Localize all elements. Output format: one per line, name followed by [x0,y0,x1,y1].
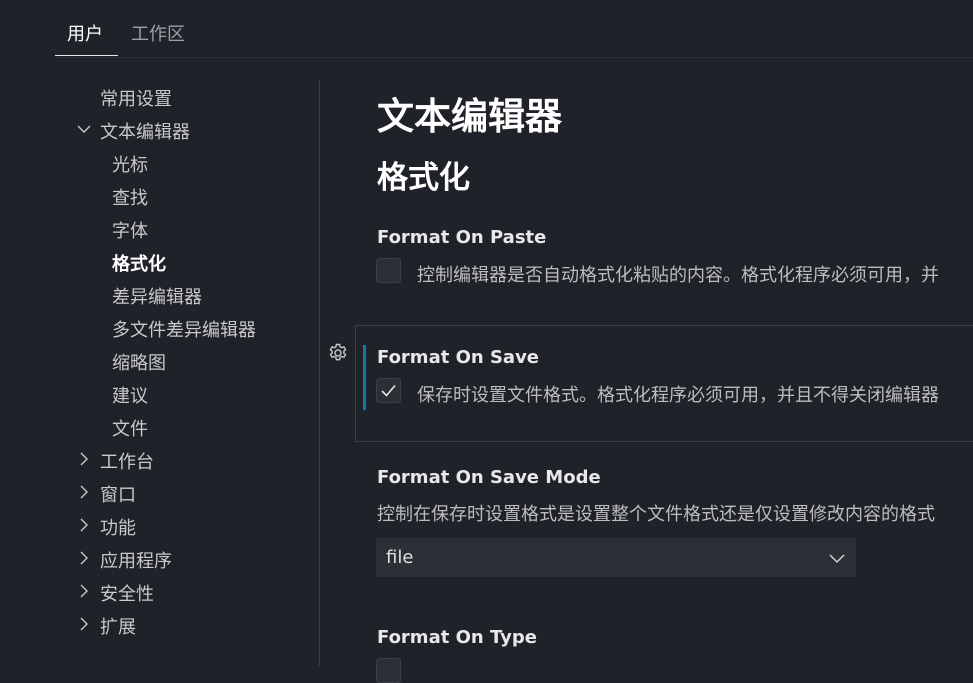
chevron-right-icon[interactable] [76,550,92,566]
toc-item-window[interactable]: 窗口 [100,481,136,507]
tab-workspace[interactable]: 工作区 [131,20,185,46]
settings-main: 文本编辑器 格式化 Format On Paste 控制编辑器是否自动格式化粘贴… [320,0,973,683]
toc-item-common[interactable]: 常用设置 [100,85,172,111]
toc-item-features[interactable]: 功能 [100,514,136,540]
tab-user[interactable]: 用户 [67,20,103,46]
toc-item-multi-diff-editor[interactable]: 多文件差异编辑器 [112,316,256,342]
setting-title-format-on-save-mode: Format On Save Mode [377,467,601,488]
toc-item-minimap[interactable]: 缩略图 [112,349,166,375]
toc-item-workbench[interactable]: 工作台 [100,448,154,474]
format-on-type-checkbox[interactable] [376,658,401,683]
toc-item-formatting[interactable]: 格式化 [112,250,166,276]
chevron-right-icon[interactable] [76,451,92,467]
toc-item-cursor[interactable]: 光标 [112,151,148,177]
chevron-right-icon[interactable] [76,517,92,533]
toc-item-extensions[interactable]: 扩展 [100,613,136,639]
toc-item-font[interactable]: 字体 [112,217,148,243]
setting-desc-format-on-paste: 控制编辑器是否自动格式化粘贴的内容。格式化程序必须可用，并 [417,265,939,286]
section-title: 格式化 [377,160,470,196]
format-on-save-checkbox[interactable] [376,378,401,403]
chevron-right-icon[interactable] [76,583,92,599]
setting-desc-format-on-save-mode: 控制在保存时设置格式是设置整个文件格式还是仅设置修改内容的格式 [377,504,935,525]
toc-item-text-editor[interactable]: 文本编辑器 [100,118,190,144]
page-title: 文本编辑器 [377,95,562,138]
setting-title-format-on-type: Format On Type [377,627,537,648]
setting-title-format-on-save: Format On Save [377,347,540,368]
toc-item-find[interactable]: 查找 [112,184,148,210]
format-on-save-mode-select[interactable]: file [376,538,856,577]
check-icon [381,384,396,397]
toc-item-diff-editor[interactable]: 差异编辑器 [112,283,202,309]
chevron-down-icon[interactable] [76,121,92,137]
toc-item-application[interactable]: 应用程序 [100,547,172,573]
toc-item-security[interactable]: 安全性 [100,580,154,606]
toc-item-suggestions[interactable]: 建议 [112,382,148,408]
active-tab-indicator [55,55,118,56]
setting-desc-format-on-save: 保存时设置文件格式。格式化程序必须可用，并且不得关闭编辑器 [417,385,939,406]
select-value: file [386,547,414,568]
focus-indicator [363,345,366,410]
format-on-paste-checkbox[interactable] [376,258,401,283]
setting-title-format-on-paste: Format On Paste [377,227,547,248]
chevron-right-icon[interactable] [76,484,92,500]
gear-icon[interactable] [327,342,349,364]
toc-item-files[interactable]: 文件 [112,415,148,441]
chevron-right-icon[interactable] [76,616,92,632]
chevron-down-icon [828,549,846,567]
